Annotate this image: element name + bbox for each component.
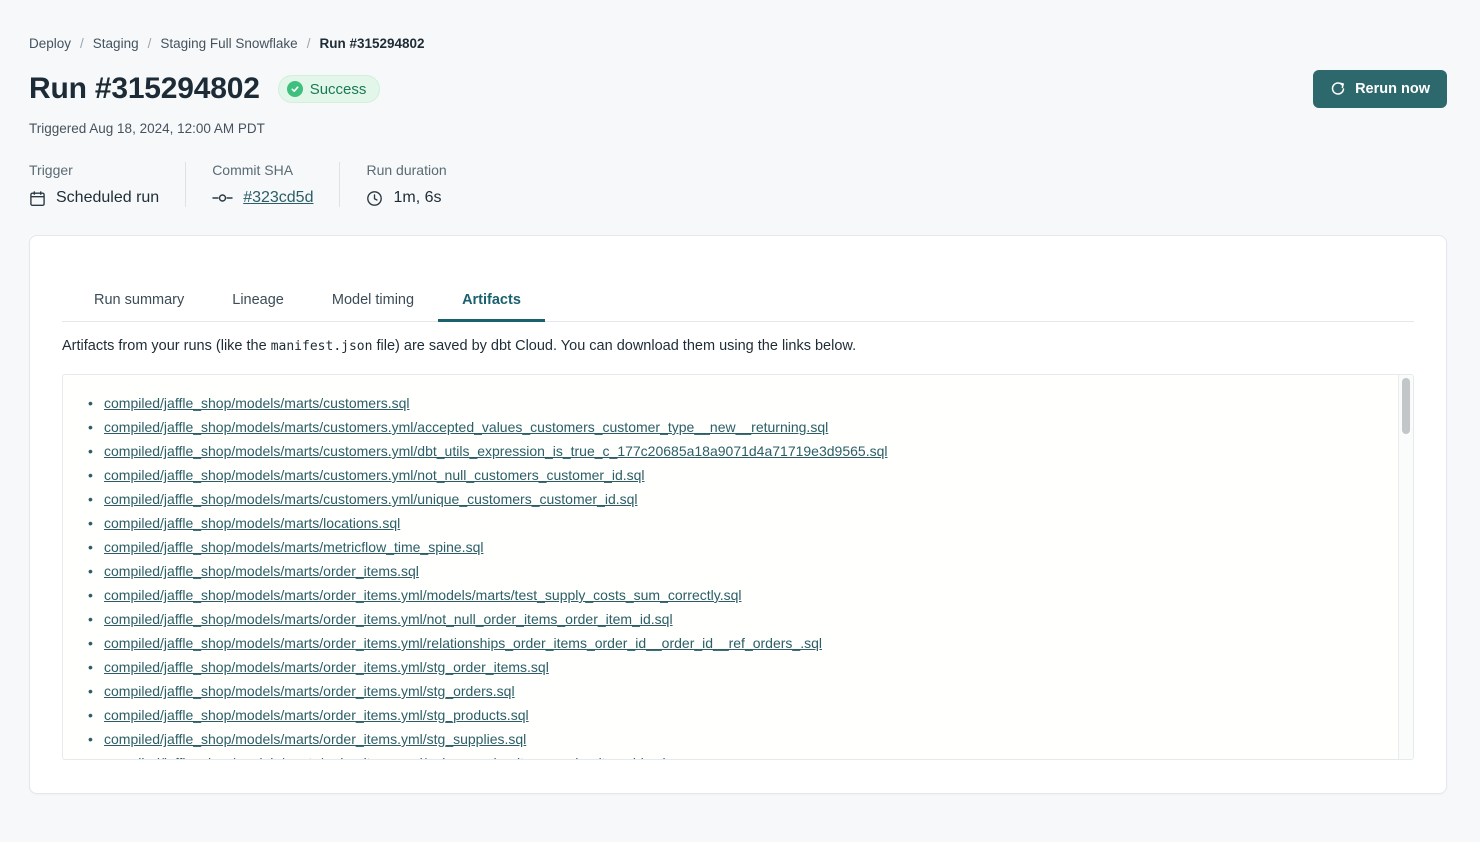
artifact-list-item: compiled/jaffle_shop/models/marts/custom…: [63, 463, 1383, 487]
git-commit-icon: [212, 190, 233, 206]
artifacts-description: Artifacts from your runs (like the manif…: [62, 338, 1414, 354]
artifact-download-link[interactable]: compiled/jaffle_shop/models/marts/order_…: [104, 707, 529, 723]
breadcrumb-separator: /: [148, 36, 152, 51]
run-detail-card: Run summary Lineage Model timing Artifac…: [29, 235, 1447, 794]
breadcrumb: Deploy / Staging / Staging Full Snowflak…: [29, 36, 1447, 51]
artifacts-description-before: Artifacts from your runs (like the: [62, 338, 271, 354]
artifact-list-item: compiled/jaffle_shop/models/marts/custom…: [63, 439, 1383, 463]
meta-duration-value: 1m, 6s: [393, 189, 441, 207]
breadcrumb-deploy[interactable]: Deploy: [29, 36, 71, 51]
artifact-list-item: compiled/jaffle_shop/models/marts/locati…: [63, 511, 1383, 535]
meta-trigger-label: Trigger: [29, 162, 159, 178]
artifact-download-link[interactable]: compiled/jaffle_shop/models/marts/custom…: [104, 395, 410, 411]
breadcrumb-current-run: Run #315294802: [319, 36, 424, 51]
rerun-now-button[interactable]: Rerun now: [1313, 70, 1447, 108]
artifact-list-item: compiled/jaffle_shop/models/marts/order_…: [63, 727, 1383, 751]
artifact-list-item: compiled/jaffle_shop/models/marts/metric…: [63, 535, 1383, 559]
page-title: Run #315294802: [29, 72, 260, 106]
artifact-list: compiled/jaffle_shop/models/marts/custom…: [63, 375, 1413, 760]
meta-commit-label: Commit SHA: [212, 162, 313, 178]
tab-model-timing[interactable]: Model timing: [308, 280, 438, 322]
scrollbar-track[interactable]: [1398, 375, 1413, 759]
artifact-download-link[interactable]: compiled/jaffle_shop/models/marts/custom…: [104, 467, 645, 483]
artifact-list-item: compiled/jaffle_shop/models/marts/custom…: [63, 487, 1383, 511]
artifact-list-item: compiled/jaffle_shop/models/marts/order_…: [63, 679, 1383, 703]
artifact-list-item: compiled/jaffle_shop/models/marts/custom…: [63, 391, 1383, 415]
artifact-download-link[interactable]: compiled/jaffle_shop/models/marts/locati…: [104, 515, 400, 531]
meta-duration: Run duration 1m, 6s: [339, 162, 472, 207]
manifest-json-code: manifest.json: [271, 339, 373, 354]
clock-icon: [366, 190, 383, 207]
artifacts-description-after: file) are saved by dbt Cloud. You can do…: [372, 338, 856, 354]
rerun-now-label: Rerun now: [1355, 81, 1430, 97]
artifact-download-link[interactable]: compiled/jaffle_shop/models/marts/order_…: [104, 659, 549, 675]
artifact-list-item: compiled/jaffle_shop/models/marts/order_…: [63, 607, 1383, 631]
artifact-download-link[interactable]: compiled/jaffle_shop/models/marts/custom…: [104, 419, 828, 435]
meta-duration-label: Run duration: [366, 162, 446, 178]
status-badge-label: Success: [310, 81, 367, 98]
artifact-download-link[interactable]: compiled/jaffle_shop/models/marts/order_…: [104, 683, 515, 699]
artifact-list-item: compiled/jaffle_shop/models/marts/order_…: [63, 655, 1383, 679]
artifact-list-item: compiled/jaffle_shop/models/marts/custom…: [63, 415, 1383, 439]
meta-trigger-value: Scheduled run: [56, 189, 159, 207]
refresh-icon: [1330, 81, 1346, 97]
meta-trigger: Trigger Scheduled run: [29, 162, 185, 207]
triggered-timestamp: Triggered Aug 18, 2024, 12:00 AM PDT: [29, 121, 1447, 136]
tab-bar: Run summary Lineage Model timing Artifac…: [62, 280, 1414, 322]
artifact-download-link[interactable]: compiled/jaffle_shop/models/marts/order_…: [104, 731, 526, 747]
artifact-download-link[interactable]: compiled/jaffle_shop/models/marts/order_…: [104, 587, 742, 603]
header-row: Run #315294802 Success Rerun now: [29, 70, 1447, 108]
meta-commit: Commit SHA #323cd5d: [185, 162, 339, 207]
run-meta-row: Trigger Scheduled run Commit SHA: [29, 162, 1447, 207]
breadcrumb-separator: /: [307, 36, 311, 51]
artifact-list-item: compiled/jaffle_shop/models/marts/order_…: [63, 583, 1383, 607]
commit-sha-link[interactable]: #323cd5d: [243, 189, 313, 207]
artifact-list-item: compiled/jaffle_shop/models/marts/order_…: [63, 559, 1383, 583]
tab-artifacts[interactable]: Artifacts: [438, 280, 545, 322]
check-circle-icon: [287, 81, 303, 97]
breadcrumb-separator: /: [80, 36, 84, 51]
breadcrumb-staging[interactable]: Staging: [93, 36, 139, 51]
artifact-list-item: compiled/jaffle_shop/models/marts/order_…: [63, 751, 1383, 760]
artifact-list-box: compiled/jaffle_shop/models/marts/custom…: [62, 374, 1414, 760]
artifact-download-link[interactable]: compiled/jaffle_shop/models/marts/order_…: [104, 611, 673, 627]
calendar-icon: [29, 190, 46, 207]
artifact-list-item: compiled/jaffle_shop/models/marts/order_…: [63, 631, 1383, 655]
artifact-download-link[interactable]: compiled/jaffle_shop/models/marts/order_…: [104, 563, 419, 579]
tab-run-summary[interactable]: Run summary: [70, 280, 208, 322]
scrollbar-thumb[interactable]: [1402, 378, 1410, 434]
status-badge: Success: [278, 75, 381, 103]
breadcrumb-job[interactable]: Staging Full Snowflake: [160, 36, 297, 51]
artifact-download-link[interactable]: compiled/jaffle_shop/models/marts/metric…: [104, 539, 483, 555]
artifact-download-link[interactable]: compiled/jaffle_shop/models/marts/custom…: [104, 443, 887, 459]
run-detail-page: Deploy / Staging / Staging Full Snowflak…: [0, 36, 1480, 794]
tab-lineage[interactable]: Lineage: [208, 280, 308, 322]
artifact-download-link[interactable]: compiled/jaffle_shop/models/marts/order_…: [104, 635, 822, 651]
artifact-list-item: compiled/jaffle_shop/models/marts/order_…: [63, 703, 1383, 727]
artifact-download-link[interactable]: compiled/jaffle_shop/models/marts/order_…: [104, 755, 666, 760]
artifact-download-link[interactable]: compiled/jaffle_shop/models/marts/custom…: [104, 491, 638, 507]
